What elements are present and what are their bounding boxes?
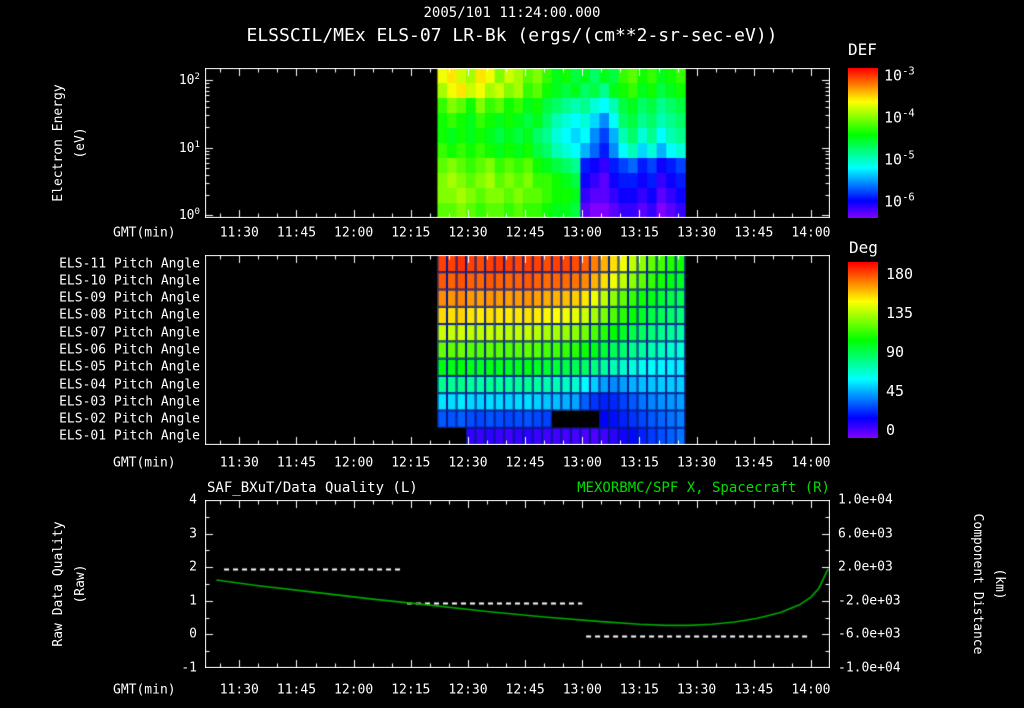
pitch-row-label: ELS-02 Pitch Angle (59, 411, 200, 427)
pitch-row-label: ELS-07 Pitch Angle (59, 325, 200, 341)
deg-colorbar (848, 262, 878, 438)
els-quicklook-screen: 2005/101 11:24:00.000 ELSSCIL/MEx ELS-07… (0, 0, 1024, 708)
x-tick-label: 13:30 (677, 455, 717, 471)
x-tick-label: 12:00 (334, 455, 374, 471)
x-tick-label: 11:30 (219, 682, 259, 698)
deg-colorbar-tick: 0 (886, 421, 896, 439)
deg-colorbar-tick: 45 (886, 382, 905, 400)
pitch-row-label: ELS-04 Pitch Angle (59, 377, 200, 393)
distance-tick-label: -1.0e+04 (838, 660, 901, 676)
pitch-row-label: ELS-08 Pitch Angle (59, 307, 200, 323)
quality-tick-label: 2 (189, 559, 197, 575)
gmt-axis-label: GMT(min) (113, 225, 176, 241)
pitch-row-label: ELS-10 Pitch Angle (59, 273, 200, 289)
quality-tick-label: 1 (189, 593, 197, 609)
x-tick-label: 12:30 (448, 455, 488, 471)
def-colorbar-tick: 10-5 (884, 149, 915, 169)
x-tick-label: 14:00 (791, 455, 831, 471)
axis-label-line: (km) (992, 568, 1008, 600)
electron-spectrogram-plot (205, 68, 830, 218)
x-tick-label: 13:00 (562, 682, 602, 698)
x-tick-label: 14:00 (791, 225, 831, 241)
axis-label-line: (eV) (73, 127, 88, 159)
quality-tick-label: -1 (181, 660, 197, 676)
deg-colorbar-tick: 180 (886, 265, 914, 283)
x-tick-label: 11:45 (276, 682, 317, 698)
x-tick-label: 13:00 (562, 225, 602, 241)
pitch-angle-plot (205, 255, 830, 445)
panel3-right-title: MEXORBMC/SPF X, Spacecraft (R) (577, 480, 830, 496)
x-tick-label: 12:15 (391, 225, 431, 241)
distance-tick-label: 6.0e+03 (838, 526, 893, 542)
x-tick-label: 13:30 (677, 682, 717, 698)
def-colorbar-tick: 10-3 (884, 65, 915, 85)
x-tick-label: 12:00 (334, 225, 374, 241)
page-title: 2005/101 11:24:00.000 (423, 5, 601, 21)
x-tick-label: 13:15 (619, 225, 660, 241)
x-tick-label: 12:30 (448, 682, 488, 698)
axis-label-component-distance: (km) Component Distance (966, 514, 1010, 655)
quality-tick-label: 0 (189, 626, 197, 642)
x-tick-label: 13:45 (734, 682, 774, 698)
pitch-row-label: ELS-05 Pitch Angle (59, 359, 200, 375)
quality-tick-label: 3 (189, 526, 197, 542)
x-tick-label: 11:45 (276, 225, 317, 241)
x-tick-label: 13:15 (619, 455, 660, 471)
x-tick-label: 13:45 (734, 225, 774, 241)
def-colorbar (848, 68, 878, 218)
axis-label-line: (Raw) (73, 564, 88, 604)
axis-label-line: Raw Data Quality (50, 521, 66, 647)
pitch-row-label: ELS-09 Pitch Angle (59, 290, 200, 306)
quality-tick-label: 4 (189, 492, 197, 508)
x-tick-label: 12:15 (391, 455, 431, 471)
panel3-left-title: SAF_BXuT/Data Quality (L) (207, 480, 418, 496)
pitch-row-label: ELS-03 Pitch Angle (59, 394, 200, 410)
x-tick-label: 12:00 (334, 682, 374, 698)
pitch-row-label: ELS-06 Pitch Angle (59, 342, 200, 358)
def-colorbar-tick: 10-4 (884, 107, 915, 127)
x-tick-label: 11:45 (276, 455, 317, 471)
distance-tick-label: 2.0e+03 (838, 559, 893, 575)
gmt-axis-label: GMT(min) (113, 455, 176, 471)
pitch-row-label: ELS-01 Pitch Angle (59, 428, 200, 444)
x-tick-label: 12:15 (391, 682, 431, 698)
axis-label-raw-data-quality: Raw Data Quality (Raw) (48, 521, 92, 646)
energy-tick-label: 101 (178, 139, 200, 156)
distance-tick-label: -2.0e+03 (838, 593, 901, 609)
x-tick-label: 13:15 (619, 682, 660, 698)
x-tick-label: 13:30 (677, 225, 717, 241)
x-tick-label: 11:30 (219, 225, 259, 241)
x-tick-label: 12:45 (505, 225, 545, 241)
def-colorbar-tick: 10-6 (884, 191, 915, 211)
axis-label-line: Electron Energy (50, 84, 66, 202)
deg-colorbar-tick: 90 (886, 343, 905, 361)
quality-distance-plot (205, 500, 830, 668)
axis-label-line: Component Distance (970, 513, 985, 655)
distance-tick-label: -6.0e+03 (838, 626, 901, 642)
x-tick-label: 13:45 (734, 455, 774, 471)
x-tick-label: 11:30 (219, 455, 259, 471)
distance-tick-label: 1.0e+04 (838, 492, 893, 508)
def-colorbar-title: DEF (848, 40, 877, 59)
energy-tick-label: 100 (178, 207, 200, 224)
deg-colorbar-tick: 135 (886, 304, 914, 322)
x-tick-label: 14:00 (791, 682, 831, 698)
axis-label-electron-energy: Electron Energy (eV) (48, 84, 92, 201)
x-tick-label: 13:00 (562, 455, 602, 471)
x-tick-label: 12:45 (505, 455, 545, 471)
x-tick-label: 12:30 (448, 225, 488, 241)
x-tick-label: 12:45 (505, 682, 545, 698)
energy-tick-label: 102 (178, 71, 200, 89)
pitch-row-label: ELS-11 Pitch Angle (59, 256, 200, 272)
gmt-axis-label: GMT(min) (113, 682, 176, 698)
deg-colorbar-title: Deg (849, 238, 878, 257)
